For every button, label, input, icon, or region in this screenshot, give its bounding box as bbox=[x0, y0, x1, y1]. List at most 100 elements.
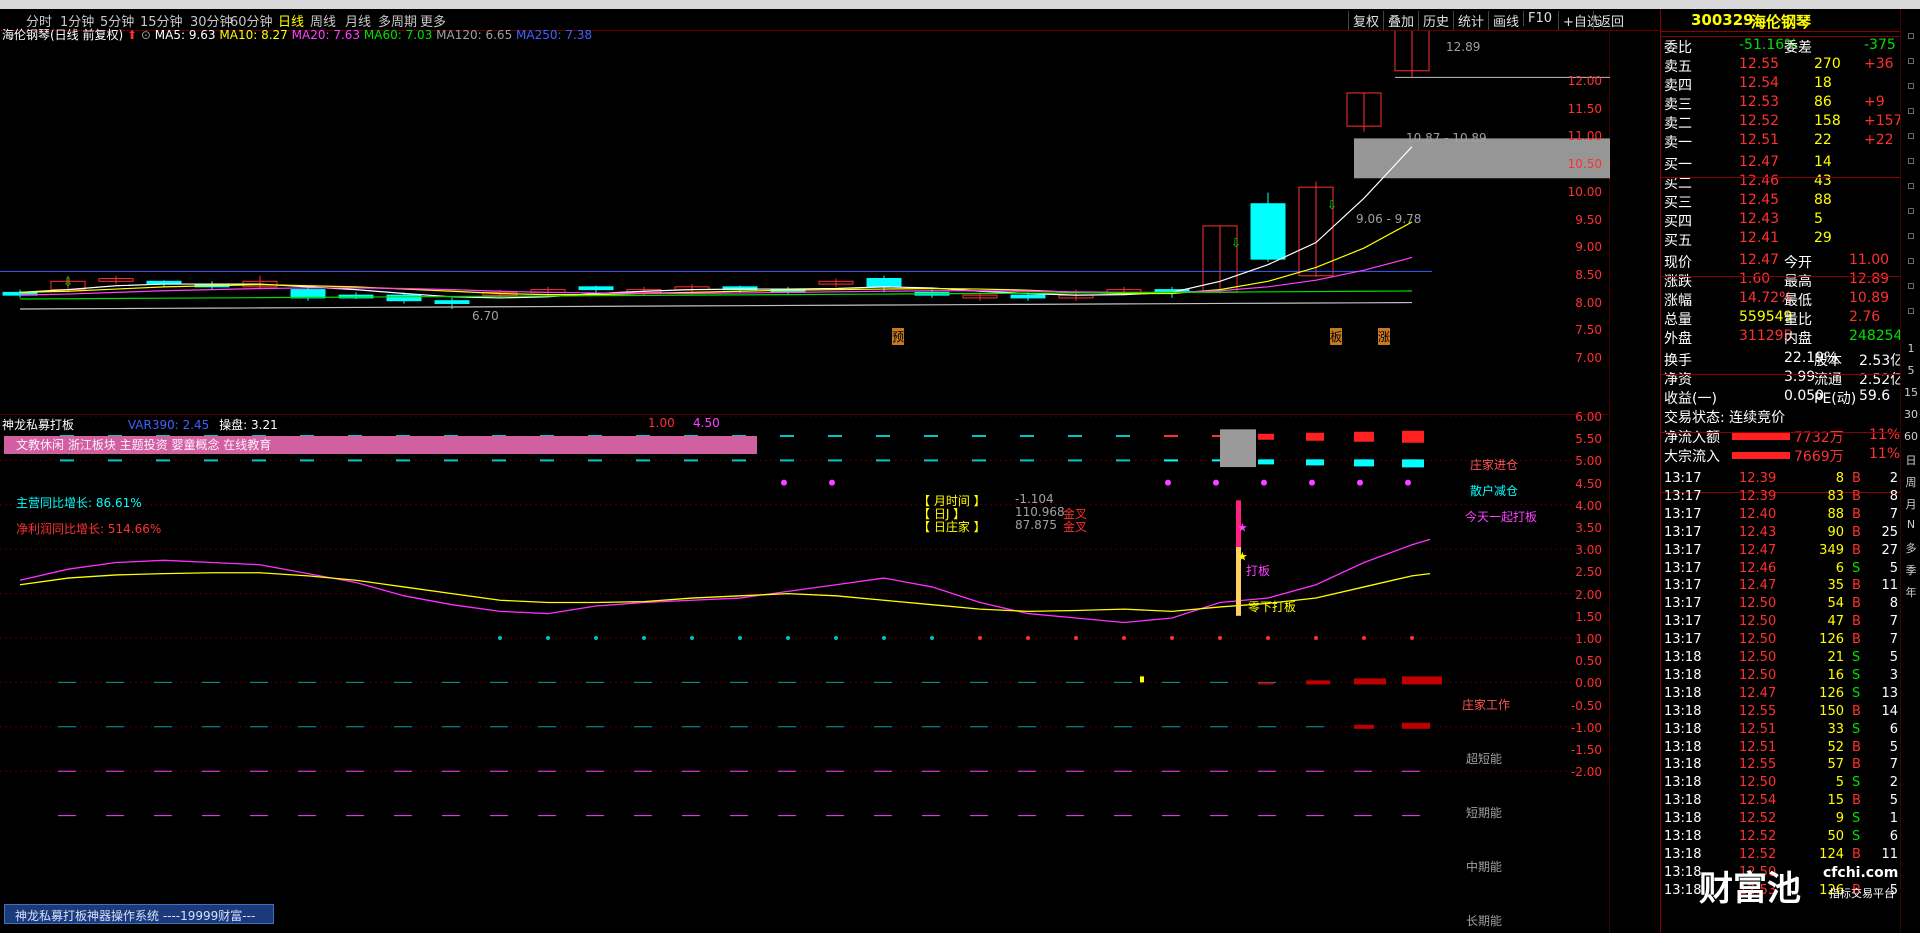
menu-bar[interactable] bbox=[0, 0, 1920, 9]
bid-row-cell: 买四 bbox=[1664, 214, 1692, 230]
ultra-yellow-mark bbox=[1140, 676, 1144, 683]
stat-row: 涨跌 1.60 最高 12.89 bbox=[1664, 271, 1896, 290]
period-shortcut[interactable]: N bbox=[1903, 518, 1919, 531]
retail-out-dash bbox=[60, 459, 74, 462]
star-icon: ★ bbox=[1237, 520, 1248, 534]
retail-out-dash bbox=[876, 459, 890, 462]
bid-row-cell: 5 bbox=[1814, 211, 1823, 227]
period-shortcut[interactable]: 15 bbox=[1903, 386, 1919, 399]
mark-pre: 预 bbox=[892, 328, 905, 345]
trade-count: 3 bbox=[1889, 667, 1898, 683]
trade-volume: 349 bbox=[1819, 542, 1844, 558]
toolbar-button-7[interactable]: 返回 bbox=[1593, 11, 1624, 30]
toolbar-button-2[interactable]: 历史 bbox=[1418, 11, 1449, 30]
trade-time: 13:17 bbox=[1664, 542, 1702, 558]
tag-banker-work: 庄家工作 bbox=[1462, 698, 1511, 712]
ask-row-cell: 卖二 bbox=[1664, 116, 1692, 132]
bid-row-cell: 43 bbox=[1814, 173, 1832, 189]
kline-main-chart[interactable]: ⇩ ⇩ ⇩ 海伦钢琴(日线 前复权) ⬆ ⊙ MA5: 9.63 MA10: 8.2… bbox=[0, 28, 1610, 415]
bid-row: 买一 12.47 14 bbox=[1664, 154, 1896, 173]
trade-price: 12.46 bbox=[1739, 560, 1777, 576]
tool-icon[interactable]: ▫ bbox=[1903, 104, 1919, 117]
profit-growth: 净利润同比增长: 514.66% bbox=[16, 522, 162, 536]
tool-sidebar[interactable]: ▫ ▫ ▫ ▫ ▫ ▫ ▫ ▫ ▫ ▫ ▫ ▫ 1 5 15 30 60 日周月 N 多季年 bbox=[1900, 9, 1920, 933]
settings-icon[interactable]: ⊙ bbox=[141, 28, 151, 42]
tool-icon[interactable]: ▫ bbox=[1903, 129, 1919, 142]
candle-down bbox=[866, 278, 902, 288]
period-shortcut[interactable]: 周 bbox=[1903, 474, 1919, 490]
trade-price: 12.50 bbox=[1739, 596, 1777, 612]
toolbar-button-0[interactable]: 复权 bbox=[1348, 11, 1379, 30]
period-shortcut[interactable]: 多 bbox=[1903, 540, 1919, 556]
trade-row: 13:18 12.51 52 B 5 bbox=[1664, 740, 1898, 758]
trade-side: B bbox=[1852, 757, 1861, 773]
trade-price: 12.50 bbox=[1739, 632, 1777, 648]
ask-row-cell: 270 bbox=[1814, 56, 1841, 72]
trade-volume: 126 bbox=[1819, 685, 1844, 701]
sub-value-2: 4.50 bbox=[693, 416, 720, 430]
trade-time: 13:18 bbox=[1664, 667, 1702, 683]
trade-time: 13:18 bbox=[1664, 685, 1702, 701]
toolbar-button-3[interactable]: 统计 bbox=[1453, 11, 1484, 30]
trade-count: 6 bbox=[1889, 829, 1898, 844]
ask-row-cell: 卖四 bbox=[1664, 78, 1692, 94]
tool-icon[interactable]: ▫ bbox=[1903, 254, 1919, 267]
trade-price: 12.39 bbox=[1739, 488, 1777, 504]
trade-count: 6 bbox=[1889, 721, 1898, 737]
period-shortcut[interactable]: 日 bbox=[1903, 452, 1919, 468]
short-energy-bar bbox=[1402, 722, 1430, 729]
tag-retail-out: 散户减仓 bbox=[1470, 484, 1519, 498]
period-shortcut[interactable]: 年 bbox=[1903, 584, 1919, 600]
toolbar-button-1[interactable]: 叠加 bbox=[1383, 11, 1414, 30]
tool-icon[interactable]: ▫ bbox=[1903, 304, 1919, 317]
tool-icon[interactable]: ▫ bbox=[1903, 54, 1919, 67]
trade-time: 13:17 bbox=[1664, 560, 1702, 576]
indicator-subchart[interactable]: ★ ★ 神龙私募打板 VAR390: 2.45 操盘: 3.21 1.00 4.5… bbox=[0, 410, 1610, 933]
tag-short: 短期能 bbox=[1466, 806, 1503, 820]
trade-time: 13:17 bbox=[1664, 488, 1702, 504]
panel-divider bbox=[1661, 36, 1901, 37]
tool-icon[interactable]: ▫ bbox=[1903, 154, 1919, 167]
weibi-row-cell: 委差 bbox=[1784, 40, 1812, 56]
trade-side: S bbox=[1852, 811, 1861, 827]
trade-count: 11 bbox=[1881, 846, 1898, 862]
stat-row-cell: 涨跌 bbox=[1664, 274, 1692, 290]
period-shortcut[interactable]: 季 bbox=[1903, 562, 1919, 578]
period-shortcut[interactable]: 1 bbox=[1903, 342, 1919, 355]
tag-long: 长期能 bbox=[1466, 914, 1503, 928]
tool-icon[interactable]: ▫ bbox=[1903, 229, 1919, 242]
tool-icon[interactable]: ▫ bbox=[1903, 79, 1919, 92]
trade-time: 13:18 bbox=[1664, 703, 1702, 719]
trade-price: 12.47 bbox=[1739, 578, 1777, 594]
tool-icon[interactable]: ▫ bbox=[1903, 179, 1919, 192]
trade-count: 11 bbox=[1881, 578, 1898, 594]
bid-row-cell: 12.43 bbox=[1739, 211, 1780, 227]
tool-icon[interactable]: ▫ bbox=[1903, 29, 1919, 42]
toolbar-button-4[interactable]: 画线 bbox=[1488, 11, 1519, 30]
period-shortcut[interactable]: 60 bbox=[1903, 430, 1919, 443]
down-arrow-icon: ⇩ bbox=[63, 275, 73, 289]
retail-out-dash bbox=[924, 459, 938, 462]
period-shortcut[interactable]: 30 bbox=[1903, 408, 1919, 421]
flow-row: 大宗流入 7669万 11% bbox=[1664, 446, 1900, 465]
ask-row-cell: 卖五 bbox=[1664, 59, 1692, 75]
banker-work-dot bbox=[498, 636, 502, 640]
panel-divider bbox=[1661, 276, 1901, 277]
panel-divider bbox=[1661, 374, 1901, 375]
trade-time: 13:17 bbox=[1664, 596, 1702, 612]
toolbar-button-5[interactable]: F10 bbox=[1523, 11, 1552, 26]
sub-value-1: 1.00 bbox=[648, 416, 675, 430]
bid-row-cell: 12.41 bbox=[1739, 230, 1780, 246]
trade-side: B bbox=[1852, 488, 1861, 504]
bid-row-cell: 买一 bbox=[1664, 157, 1692, 173]
candle-down bbox=[290, 289, 326, 299]
bid-row: 买五 12.41 29 bbox=[1664, 230, 1896, 249]
period-shortcut[interactable]: 5 bbox=[1903, 364, 1919, 377]
main-title: 海伦钢琴(日线 前复权) bbox=[2, 28, 124, 42]
banker-in-block bbox=[1258, 433, 1274, 440]
ma120-label: MA120: 6.65 bbox=[436, 28, 513, 42]
tool-icon[interactable]: ▫ bbox=[1903, 279, 1919, 292]
period-shortcut[interactable]: 月 bbox=[1903, 496, 1919, 512]
ultra-energy-bar bbox=[1306, 680, 1330, 685]
tool-icon[interactable]: ▫ bbox=[1903, 204, 1919, 217]
